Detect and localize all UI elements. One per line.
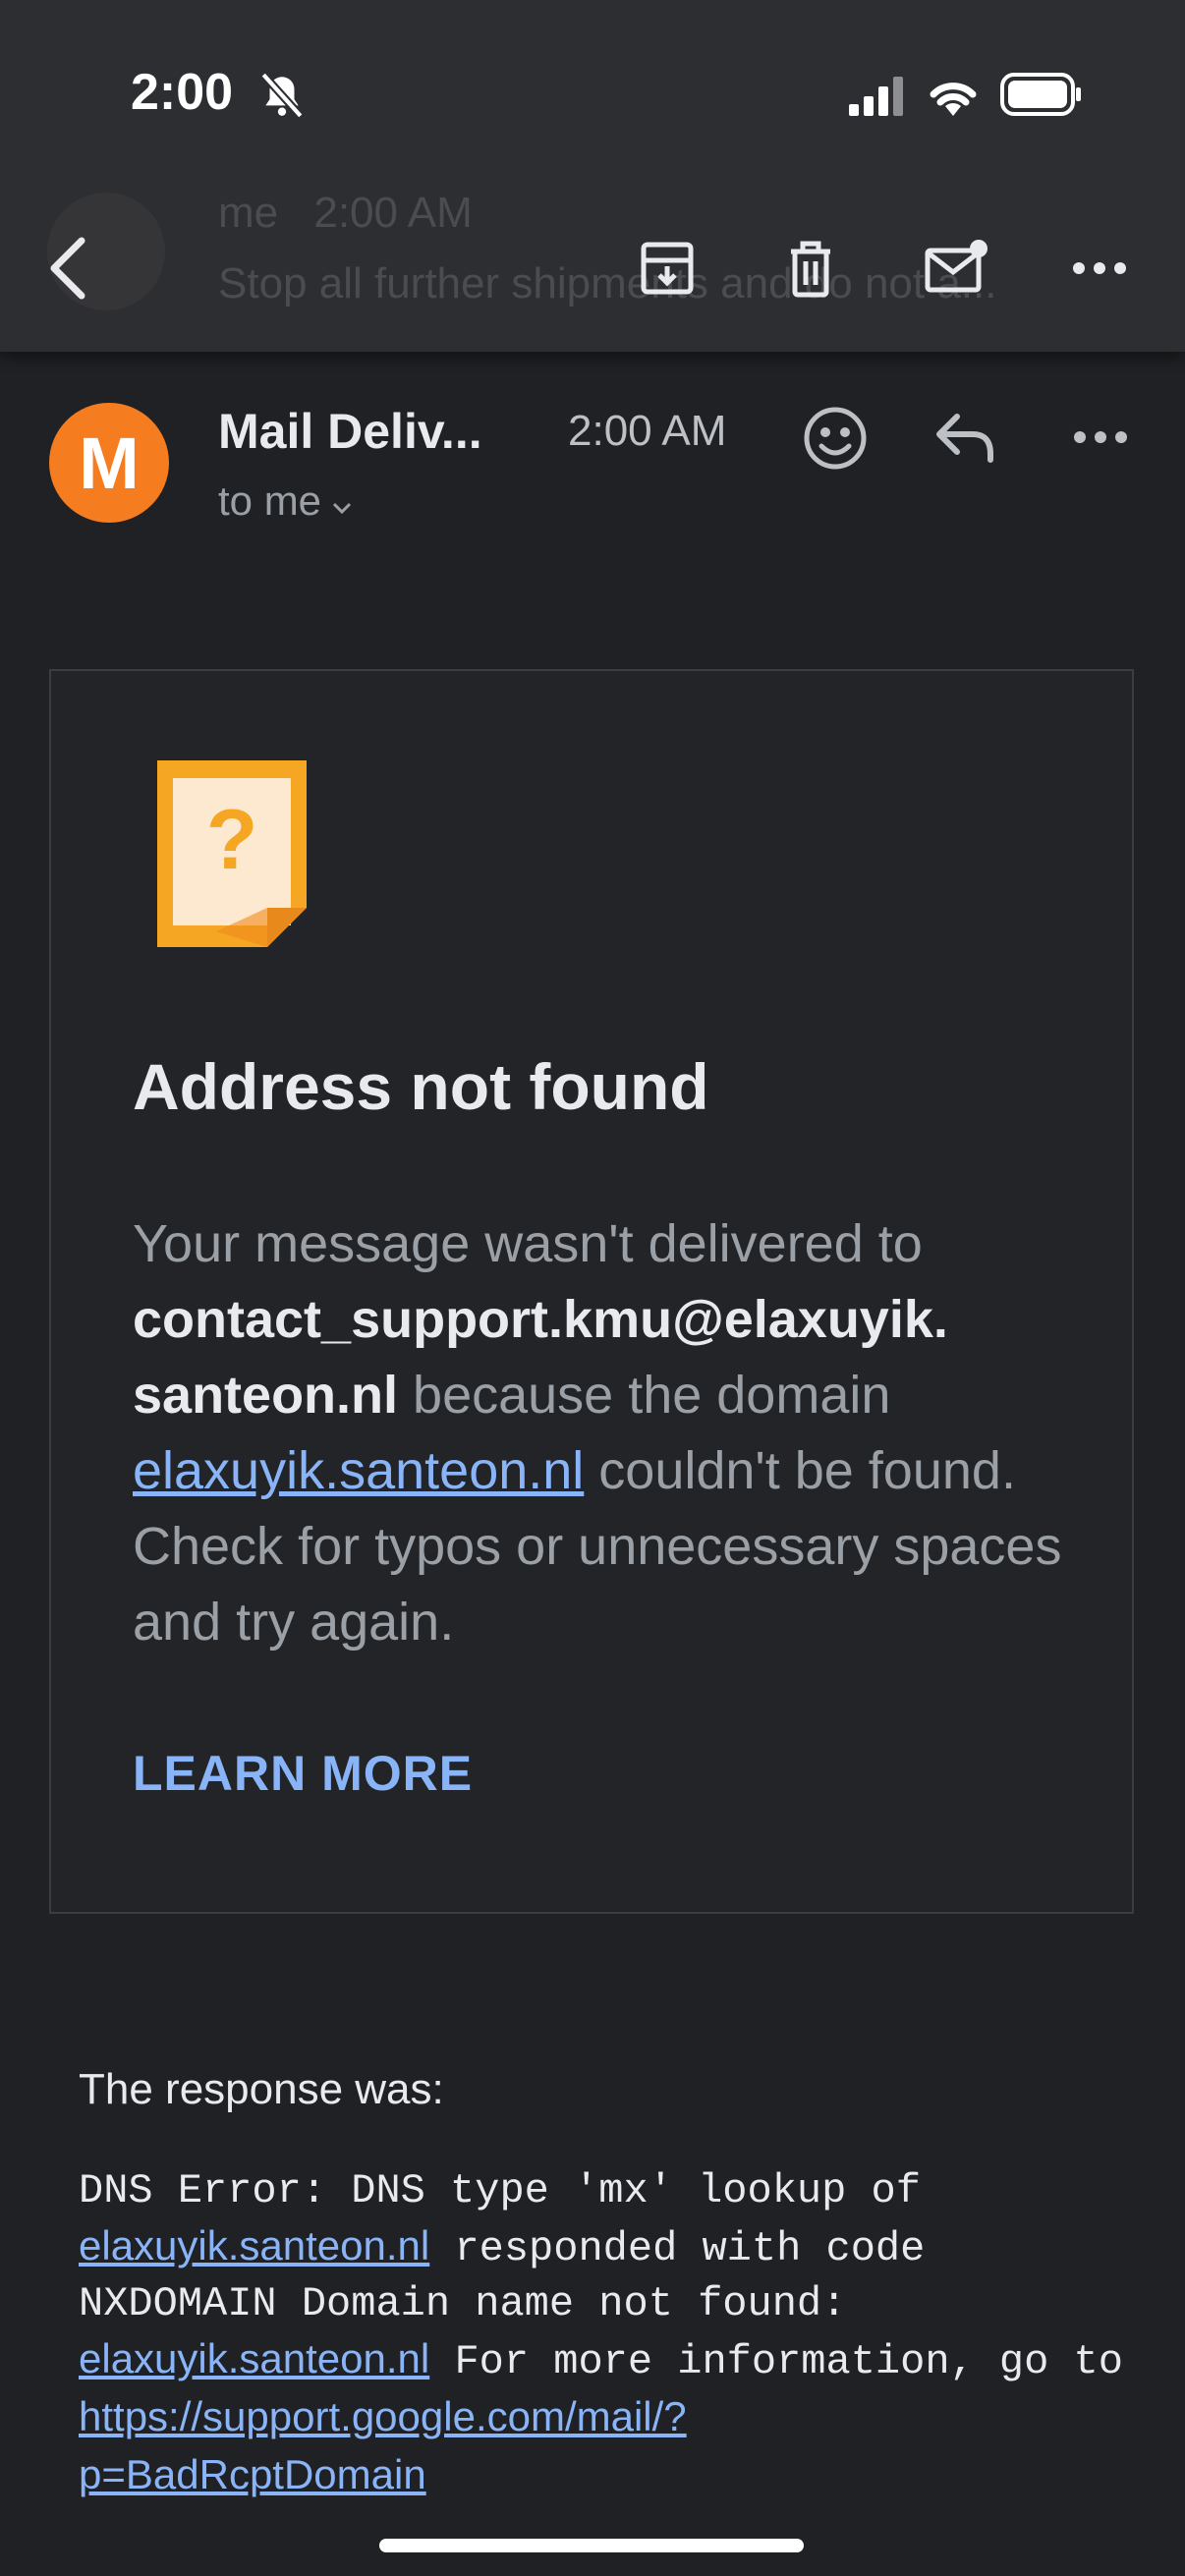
domain-link[interactable]: elaxuyik.santeon.nl — [133, 1441, 584, 1500]
domain-link-1[interactable]: elaxuyik.santeon.nl — [79, 2222, 429, 2268]
home-indicator[interactable] — [379, 2539, 804, 2552]
wifi-icon — [926, 73, 981, 121]
message-time: 2:00 AM — [568, 407, 727, 455]
support-link[interactable]: https://support.google.com/mail/? — [79, 2393, 687, 2439]
chevron-down-icon — [331, 477, 353, 525]
battery-icon — [1000, 73, 1083, 121]
emoji-reaction-icon[interactable] — [800, 403, 871, 478]
message-more-icon[interactable] — [1073, 430, 1128, 449]
status-time: 2:00 — [131, 64, 234, 121]
response-label: The response was: — [79, 2065, 444, 2113]
learn-more-link[interactable]: LEARN MORE — [133, 1745, 473, 1802]
error-message: Your message wasn't delivered to contact… — [133, 1214, 1062, 1652]
back-arrow-icon[interactable] — [24, 224, 112, 312]
sticky-note-question-icon: ? — [157, 760, 307, 952]
reply-icon[interactable] — [933, 407, 998, 473]
cellular-signal-icon — [849, 77, 906, 121]
support-link-cont[interactable]: p=BadRcptDomain — [79, 2451, 426, 2497]
failed-address: contact_support.kmu@elaxuyik. — [133, 1290, 948, 1349]
response-details: DNS Error: DNS type 'mx' lookup of elaxu… — [79, 2167, 1123, 2497]
background-thread-sender: me 2:00 AM — [218, 189, 473, 237]
error-headline: Address not found — [133, 1050, 709, 1123]
trash-icon[interactable] — [766, 224, 855, 312]
recipient-label: to me — [218, 477, 322, 524]
svg-text:?: ? — [206, 793, 258, 887]
domain-link-2[interactable]: elaxuyik.santeon.nl — [79, 2335, 429, 2381]
sender-avatar[interactable]: M — [49, 403, 169, 523]
archive-icon[interactable] — [623, 224, 711, 312]
sender-name[interactable]: Mail Deliv... — [218, 403, 482, 460]
more-options-icon[interactable] — [1055, 224, 1144, 312]
failed-address-cont: santeon.nl — [133, 1366, 399, 1425]
bell-muted-icon — [257, 71, 307, 125]
mark-unread-icon[interactable] — [912, 224, 1000, 312]
recipient-details[interactable]: to me — [218, 477, 353, 525]
